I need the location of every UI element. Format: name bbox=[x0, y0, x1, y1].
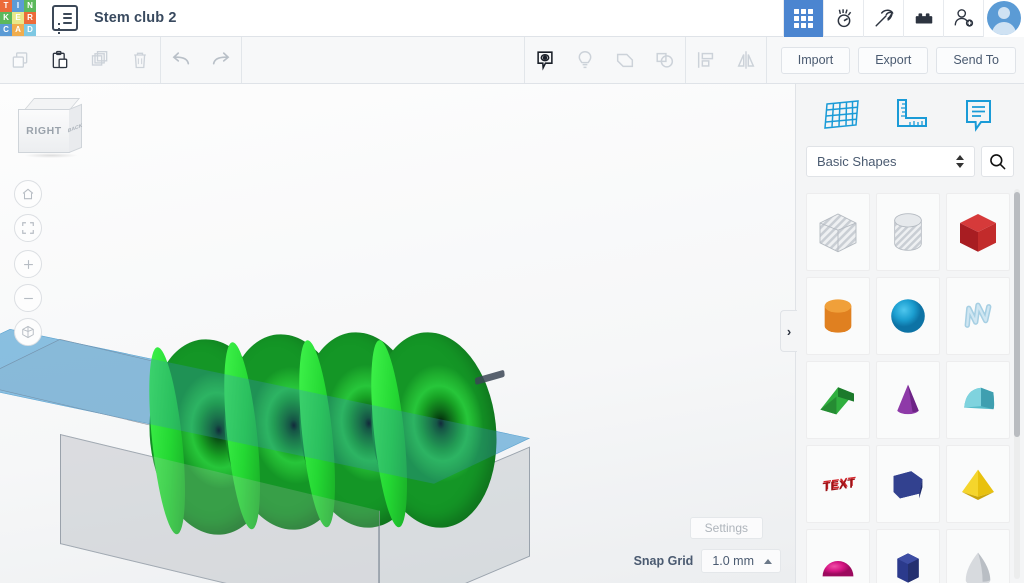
shape-category-value: Basic Shapes bbox=[817, 154, 897, 169]
logo-tile-d: D bbox=[24, 24, 36, 36]
logo-tile-k: K bbox=[0, 12, 12, 24]
shape-hex-prism[interactable] bbox=[876, 529, 940, 583]
settings-button[interactable]: Settings bbox=[689, 517, 763, 539]
logo-tile-r: R bbox=[24, 12, 36, 24]
view-cube-shadow bbox=[24, 153, 78, 158]
import-button[interactable]: Import bbox=[780, 46, 851, 74]
send-to-button[interactable]: Send To bbox=[936, 46, 1016, 74]
shapes-scrollbar-thumb[interactable] bbox=[1014, 192, 1020, 437]
delete-icon[interactable] bbox=[120, 37, 160, 83]
export-button[interactable]: Export bbox=[858, 46, 929, 74]
logo-tile-i: I bbox=[12, 0, 24, 12]
lightbulb-icon[interactable] bbox=[565, 37, 605, 83]
undo-icon[interactable] bbox=[161, 37, 201, 83]
logo-tile-e: E bbox=[12, 12, 24, 24]
home-view-button[interactable] bbox=[14, 180, 42, 208]
torus-handle[interactable] bbox=[474, 369, 505, 386]
ungroup-icon[interactable] bbox=[645, 37, 685, 83]
logo-tile-n: N bbox=[24, 0, 36, 12]
mirror-icon[interactable] bbox=[726, 37, 766, 83]
fit-to-view-button[interactable] bbox=[14, 214, 42, 242]
align-icon[interactable] bbox=[686, 37, 726, 83]
redo-icon[interactable] bbox=[201, 37, 241, 83]
shape-box-hole[interactable] bbox=[806, 193, 870, 271]
group-icon[interactable] bbox=[605, 37, 645, 83]
header-actions bbox=[783, 0, 1024, 37]
shape-pyramid[interactable] bbox=[946, 445, 1010, 523]
panel-tool-icons bbox=[796, 84, 1024, 146]
shape-category-select[interactable]: Basic Shapes bbox=[806, 146, 975, 177]
shape-half-sphere[interactable] bbox=[806, 529, 870, 583]
shape-wedge[interactable] bbox=[806, 361, 870, 439]
shape-round-roof[interactable] bbox=[946, 361, 1010, 439]
main-toolbar: Import Export Send To bbox=[0, 37, 1024, 84]
shape-text[interactable]: TEXT TEXT bbox=[806, 445, 870, 523]
file-actions: Import Export Send To bbox=[767, 46, 1024, 74]
avatar bbox=[987, 1, 1021, 35]
zoom-out-button[interactable] bbox=[14, 284, 42, 312]
search-button[interactable] bbox=[981, 146, 1014, 177]
list-menu-icon[interactable] bbox=[52, 5, 78, 31]
logo-tile-a: A bbox=[12, 24, 24, 36]
snap-grid-value: 1.0 mm bbox=[712, 554, 754, 568]
3d-canvas[interactable]: RIGHT BACK Settings Snap Grid 1.0 mm bbox=[0, 84, 795, 583]
ruler-icon[interactable] bbox=[887, 93, 933, 137]
chevron-up-icon bbox=[764, 558, 772, 564]
paste-icon[interactable] bbox=[40, 37, 80, 83]
shapes-grid: TEXT TEXT bbox=[796, 187, 1024, 583]
snap-grid-label: Snap Grid bbox=[633, 554, 694, 568]
shape-polygon[interactable] bbox=[876, 445, 940, 523]
view-cube-side-face[interactable]: BACK bbox=[68, 103, 82, 153]
shape-cylinder-hole[interactable] bbox=[876, 193, 940, 271]
shape-cone[interactable] bbox=[876, 361, 940, 439]
snap-grid-control: Snap Grid 1.0 mm bbox=[634, 549, 781, 573]
shape-paraboloid[interactable] bbox=[946, 529, 1010, 583]
tinkercad-app: TINKERCAD Stem club 2 Import Export Send… bbox=[0, 0, 1024, 583]
shapes-panel: › Basic Shapes TEXT TEXT bbox=[780, 84, 1024, 583]
logo-tile-t: T bbox=[0, 0, 12, 12]
view-nav-buttons bbox=[14, 180, 42, 352]
workplane-icon[interactable] bbox=[819, 93, 865, 137]
page-title: Stem club 2 bbox=[94, 10, 177, 26]
view-cube-front-face[interactable]: RIGHT bbox=[18, 109, 70, 153]
invite-person-icon[interactable] bbox=[943, 0, 983, 37]
shape-box[interactable] bbox=[946, 193, 1010, 271]
copy-icon[interactable] bbox=[0, 37, 40, 83]
tinkercad-logo[interactable]: TINKERCAD bbox=[0, 0, 36, 37]
scene bbox=[0, 84, 795, 583]
duplicate-icon[interactable] bbox=[80, 37, 120, 83]
note-icon[interactable] bbox=[525, 37, 565, 83]
shape-cylinder[interactable] bbox=[806, 277, 870, 355]
perspective-toggle-button[interactable] bbox=[14, 318, 42, 346]
blocks-brick-icon[interactable] bbox=[903, 0, 943, 37]
note-icon[interactable] bbox=[955, 93, 1001, 137]
user-avatar[interactable] bbox=[983, 0, 1024, 37]
grid-view-icon[interactable] bbox=[783, 0, 823, 37]
view-cube[interactable]: RIGHT BACK bbox=[18, 98, 84, 160]
zoom-in-button[interactable] bbox=[14, 250, 42, 278]
toolbar-divider bbox=[241, 37, 242, 83]
shape-sphere[interactable] bbox=[876, 277, 940, 355]
panel-collapse-button[interactable]: › bbox=[780, 310, 797, 352]
shape-scribble[interactable] bbox=[946, 277, 1010, 355]
codeblocks-icon[interactable] bbox=[823, 0, 863, 37]
chevron-updown-icon bbox=[956, 155, 964, 168]
pickaxe-icon[interactable] bbox=[863, 0, 903, 37]
snap-grid-select[interactable]: 1.0 mm bbox=[701, 549, 781, 573]
top-header-bar: TINKERCAD Stem club 2 bbox=[0, 0, 1024, 37]
shape-search-row: Basic Shapes bbox=[796, 146, 1024, 177]
logo-tile-c: C bbox=[0, 24, 12, 36]
